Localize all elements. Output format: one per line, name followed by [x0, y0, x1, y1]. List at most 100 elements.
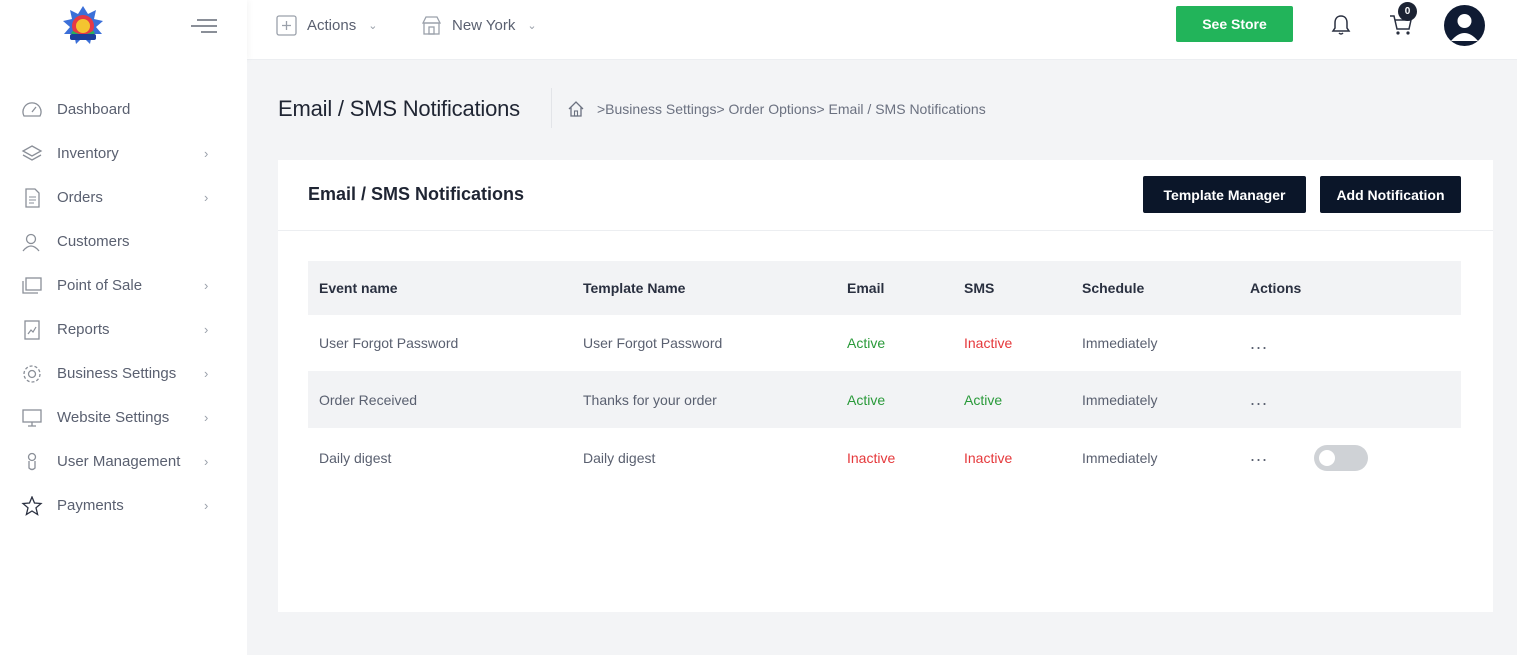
sms-status-cell: Active — [964, 391, 1003, 408]
sms-status-cell: Inactive — [964, 335, 1013, 351]
chevron-down-icon: ⌄ — [368, 19, 378, 32]
column-header-template-name: Template Name — [583, 280, 686, 296]
chevron-right-icon: › — [204, 278, 209, 293]
document-icon — [25, 188, 40, 208]
email-status-cell: Active — [847, 335, 886, 351]
location-menu[interactable]: New York ⌄ — [421, 13, 537, 37]
gear-icon — [23, 365, 41, 383]
toggle-knob — [1318, 449, 1335, 466]
top-bar: Actions ⌄ New York ⌄ See Store 0 — [0, 0, 1517, 60]
chevron-right-icon: › — [204, 322, 209, 337]
cart-count-badge: 0 — [1398, 2, 1417, 21]
column-header-event-name: Event name — [319, 280, 398, 296]
sidebar-item-reports[interactable]: Reports › — [0, 310, 247, 350]
users-icon — [22, 233, 40, 252]
email-status-cell: Inactive — [847, 449, 896, 466]
chevron-right-icon: › — [204, 366, 209, 381]
table-header-row: Event name Template Name Email SMS Sched… — [308, 261, 1461, 315]
schedule-cell: Immediately — [1082, 391, 1158, 408]
sidebar-item-customers[interactable]: Customers — [0, 222, 247, 262]
more-actions-icon[interactable]: ... — [1250, 389, 1276, 410]
sms-status-cell: Inactive — [964, 449, 1013, 466]
sidebar-item-user-management[interactable]: User Management › — [0, 442, 247, 482]
table-row: Order Received Thanks for your order Act… — [308, 371, 1461, 428]
home-icon[interactable] — [567, 100, 585, 118]
dashboard-icon — [22, 102, 42, 117]
schedule-cell: Immediately — [1082, 449, 1158, 466]
enable-toggle[interactable] — [1313, 444, 1368, 471]
sidebar-item-website-settings[interactable]: Website Settings › — [0, 398, 247, 438]
chevron-right-icon: › — [204, 410, 209, 425]
chevron-right-icon: › — [204, 190, 209, 205]
template-name-cell: User Forgot Password — [583, 335, 723, 351]
more-actions-icon[interactable]: ... — [1250, 445, 1276, 466]
event-name-cell: Daily digest — [319, 449, 392, 466]
breadcrumb-current: > Email / SMS Notifications — [816, 101, 986, 117]
notifications-table: Event name Template Name Email SMS Sched… — [308, 261, 1461, 487]
page-title: Email / SMS Notifications — [278, 96, 520, 121]
template-manager-button[interactable]: Template Manager — [1143, 176, 1306, 213]
chevron-down-icon: ⌄ — [527, 19, 537, 32]
breadcrumb: >Business Settings > Order Options > Ema… — [597, 101, 986, 117]
breadcrumb-business-settings[interactable]: >Business Settings — [597, 101, 716, 117]
sidebar-item-orders[interactable]: Orders › — [0, 178, 247, 218]
column-header-schedule: Schedule — [1082, 280, 1145, 296]
bell-icon[interactable] — [1331, 14, 1351, 36]
sidebar-item-label: Business Settings — [57, 365, 177, 382]
report-icon — [24, 320, 40, 340]
sidebar-item-label: Payments — [57, 497, 124, 514]
sidebar-item-label: Reports — [57, 321, 110, 338]
sidebar-item-label: User Management — [57, 453, 181, 470]
user-avatar-icon — [1451, 14, 1478, 41]
column-header-sms: SMS — [964, 280, 995, 296]
breadcrumb-order-options[interactable]: > Order Options — [716, 101, 816, 117]
chevron-right-icon: › — [204, 454, 209, 469]
brand-logo — [63, 6, 103, 44]
sidebar-item-label: Point of Sale — [57, 277, 143, 294]
sidebar-item-label: Website Settings — [57, 409, 170, 426]
table-row: Daily digest Daily digest Inactive Inact… — [308, 428, 1461, 487]
star-icon — [21, 496, 43, 516]
column-header-email: Email — [847, 280, 885, 296]
column-header-actions: Actions — [1250, 280, 1302, 296]
sidebar-item-label: Inventory — [57, 145, 119, 162]
user-icon — [27, 452, 37, 471]
menu-toggle-icon[interactable] — [191, 16, 217, 36]
chevron-right-icon: › — [204, 146, 209, 161]
see-store-button[interactable]: See Store — [1176, 6, 1293, 42]
actions-cell: ... — [1239, 315, 1461, 371]
chevron-right-icon: › — [204, 498, 209, 513]
template-name-cell: Daily digest — [583, 449, 656, 466]
plus-square-icon — [276, 14, 297, 36]
event-name-cell: User Forgot Password — [319, 335, 459, 351]
card-title: Email / SMS Notifications — [308, 184, 525, 204]
title-divider — [551, 88, 552, 128]
sidebar-item-label: Dashboard — [57, 101, 131, 118]
event-name-cell: Order Received — [319, 391, 418, 408]
schedule-cell: Immediately — [1082, 335, 1158, 351]
actions-cell: ... — [1239, 428, 1461, 487]
add-notification-button[interactable]: Add Notification — [1320, 176, 1461, 213]
more-actions-icon[interactable]: ... — [1250, 333, 1276, 354]
sidebar-item-label: Customers — [57, 233, 130, 250]
template-name-cell: Thanks for your order — [583, 391, 717, 408]
notifications-card: Email / SMS Notifications Template Manag… — [278, 160, 1493, 612]
location-label: New York — [452, 16, 516, 34]
actions-menu[interactable]: Actions ⌄ — [276, 13, 377, 37]
pos-icon — [22, 277, 42, 294]
sidebar: Dashboard Inventory › Orders › Customers… — [0, 60, 247, 655]
table-row: User Forgot Password User Forgot Passwor… — [308, 315, 1461, 371]
sidebar-item-dashboard[interactable]: Dashboard — [0, 90, 247, 130]
sidebar-item-payments[interactable]: Payments › — [0, 486, 247, 526]
actions-cell: ... — [1239, 371, 1461, 428]
sidebar-item-business-settings[interactable]: Business Settings › — [0, 354, 247, 394]
sidebar-item-inventory[interactable]: Inventory › — [0, 134, 247, 174]
layers-icon — [21, 145, 43, 161]
store-icon — [421, 15, 442, 35]
sidebar-item-point-of-sale[interactable]: Point of Sale › — [0, 266, 247, 306]
actions-label: Actions — [307, 16, 357, 34]
sidebar-item-label: Orders — [57, 189, 103, 206]
email-status-cell: Active — [847, 391, 886, 408]
user-avatar[interactable] — [1444, 5, 1485, 46]
card-header: Email / SMS Notifications Template Manag… — [278, 160, 1493, 231]
